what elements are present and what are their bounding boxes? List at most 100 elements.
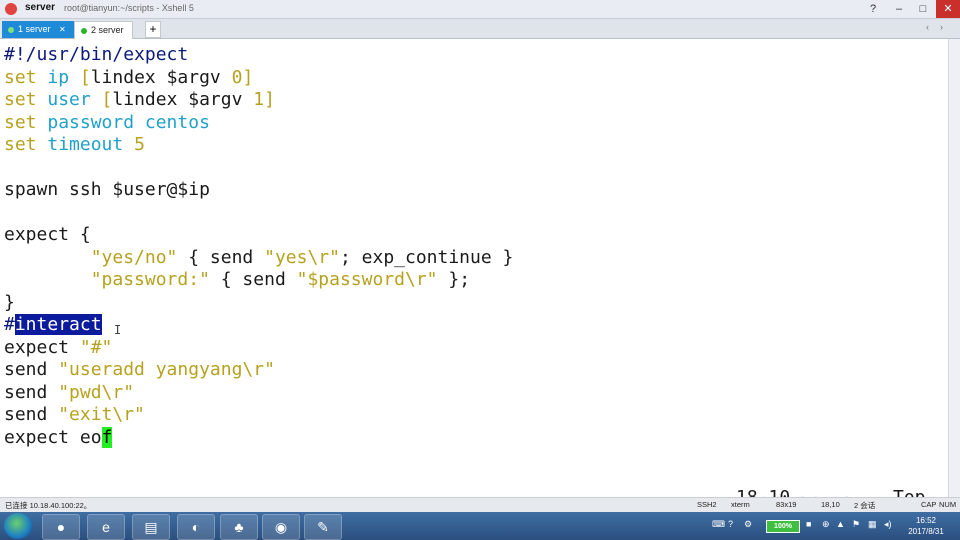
terminal-token: ] (242, 66, 254, 88)
terminal-token: lindex (90, 66, 167, 88)
tab-label: 1 server (18, 24, 51, 34)
file-explorer-icon[interactable]: ▤ (132, 514, 170, 540)
tab-close-icon[interactable]: ✕ (59, 25, 66, 34)
terminal-type: xterm (731, 500, 750, 509)
tray-app-icon[interactable]: ⊕ (822, 519, 830, 530)
tray-settings-icon[interactable]: ⚙ (744, 519, 752, 530)
terminal-token: "yes/no" (90, 246, 178, 268)
help-button[interactable]: ? (860, 0, 886, 18)
protocol-status: SSH2 (697, 500, 717, 509)
tray-arrow-icon[interactable]: ▲ (836, 519, 845, 529)
terminal-token: [ (101, 89, 113, 110)
status-bar: 已连接 10.18.40.100:22。 SSH2 xterm 83x19 18… (0, 497, 960, 512)
terminal-token: set (4, 89, 37, 110)
session-status-icon (81, 28, 87, 34)
terminal-line: set ip [lindex $argv 0] (4, 67, 253, 88)
terminal-text[interactable]: #!/usr/bin/expect set ip [lindex $argv 0… (4, 44, 513, 449)
num-lock-indicator: NUM (939, 500, 957, 509)
system-clock[interactable]: 16:52 2017/8/31 (904, 515, 948, 537)
terminal-token: { send (177, 246, 265, 268)
terminal-token: "useradd yangyang\r" (58, 359, 275, 380)
firefox-icon[interactable]: ◉ (262, 514, 300, 540)
terminal-token: $argv (188, 89, 254, 110)
windows-taskbar: ● e ▤ ◐ ♣ ◉ ✎ ⌨ ? ⚙ 100% ■ ⊕ ▲ ⚑ ▦ ◂) 16… (0, 512, 960, 540)
terminal-token: password centos (36, 111, 210, 133)
terminal-token: lindex (112, 89, 189, 110)
terminal-line: send "exit\r" (4, 404, 145, 425)
cherry-app-icon[interactable]: ♣ (220, 514, 258, 540)
terminal-line: set timeout 5 (4, 134, 145, 155)
tray-network-icon[interactable]: ▦ (868, 519, 877, 530)
tab-label: 2 server (91, 25, 124, 35)
tab-next-icon[interactable]: › (940, 22, 943, 32)
new-tab-button[interactable]: + (145, 21, 161, 38)
terminal-token: timeout (36, 134, 135, 155)
xshell-taskbar-icon[interactable]: ◐ (177, 514, 215, 540)
terminal-token: "exit\r" (58, 404, 145, 425)
window-title-name: server (25, 2, 56, 13)
clock-time: 16:52 (915, 516, 937, 525)
terminal-token: "password:" (90, 269, 210, 290)
xshell-app-icon[interactable] (5, 3, 17, 15)
internet-explorer-icon[interactable]: e (87, 514, 125, 540)
battery-indicator[interactable]: 100% (766, 520, 800, 533)
close-button[interactable]: ✕ (936, 0, 960, 18)
maximize-button[interactable]: □ (910, 0, 936, 18)
terminal-line: send "pwd\r" (4, 382, 134, 403)
tray-volume-icon[interactable]: ◂) (884, 519, 892, 530)
terminal-token: send (4, 359, 59, 380)
terminal-line: "password:" { send "$password\r" }; (4, 269, 470, 290)
tab-server-2[interactable]: 2 server (74, 21, 133, 40)
terminal-token: "pwd\r" (58, 381, 135, 403)
text-cursor-icon: I (114, 323, 122, 337)
tray-help-icon[interactable]: ? (728, 519, 733, 529)
pen-tool-icon[interactable]: ✎ (304, 514, 342, 540)
terminal-token: set (4, 66, 37, 88)
terminal-token: [ (79, 66, 91, 88)
terminal-token: } (4, 291, 15, 313)
terminal-token: $argv (166, 66, 232, 88)
clock-date: 2017/8/31 (908, 527, 944, 536)
terminal-token: ip (36, 66, 80, 88)
tab-prev-icon[interactable]: ‹ (926, 22, 929, 32)
terminal-token: expect eo (4, 426, 102, 448)
terminal-token: "$password\r" (296, 269, 438, 290)
terminal-token: }; (437, 269, 471, 290)
terminal-token: "yes\r" (264, 246, 340, 268)
connection-status: 已连接 10.18.40.100:22。 (5, 501, 92, 510)
terminal-token: expect (4, 336, 80, 358)
media-player-icon[interactable]: ● (42, 514, 80, 540)
terminal-token: send (4, 381, 59, 403)
terminal-line: expect { (4, 224, 91, 245)
cursor-position: 18,10 (821, 500, 840, 509)
title-bar: server root@tianyun:~/scripts - Xshell 5… (0, 0, 960, 19)
minimize-button[interactable]: – (886, 0, 912, 18)
terminal-token: ; exp_continue } (339, 246, 514, 268)
window-title-path: root@tianyun:~/scripts - Xshell 5 (64, 3, 194, 13)
terminal-token: 5 (134, 134, 145, 155)
terminal-token: set (4, 111, 37, 133)
terminal-token: set (4, 134, 37, 155)
tab-server-1[interactable]: 1 server ✕ (2, 21, 74, 38)
terminal-line: send "useradd yangyang\r" (4, 359, 275, 380)
tray-flag-icon[interactable]: ⚑ (852, 519, 860, 530)
tray-keyboard-icon[interactable]: ⌨ (712, 519, 725, 530)
terminal-token: ] (264, 89, 275, 110)
terminal-line: set password centos (4, 112, 210, 133)
terminal-line: expect "#" (4, 337, 112, 358)
terminal-token: expect { (4, 224, 91, 245)
terminal-token: f (101, 426, 113, 448)
start-button[interactable] (4, 513, 32, 539)
terminal-line: spawn ssh $user@$ip (4, 179, 210, 200)
tray-ime-icon[interactable]: ■ (806, 519, 811, 529)
terminal-line: expect eof (4, 426, 113, 448)
session-status-icon (8, 27, 14, 33)
terminal-area[interactable]: #!/usr/bin/expect set ip [lindex $argv 0… (0, 39, 948, 535)
terminal-token: { send (209, 269, 297, 290)
terminal-line: } (4, 292, 15, 313)
terminal-token: interact (14, 314, 102, 335)
vertical-scrollbar[interactable] (948, 39, 960, 497)
terminal-token: #!/usr/bin/expect (4, 44, 189, 65)
